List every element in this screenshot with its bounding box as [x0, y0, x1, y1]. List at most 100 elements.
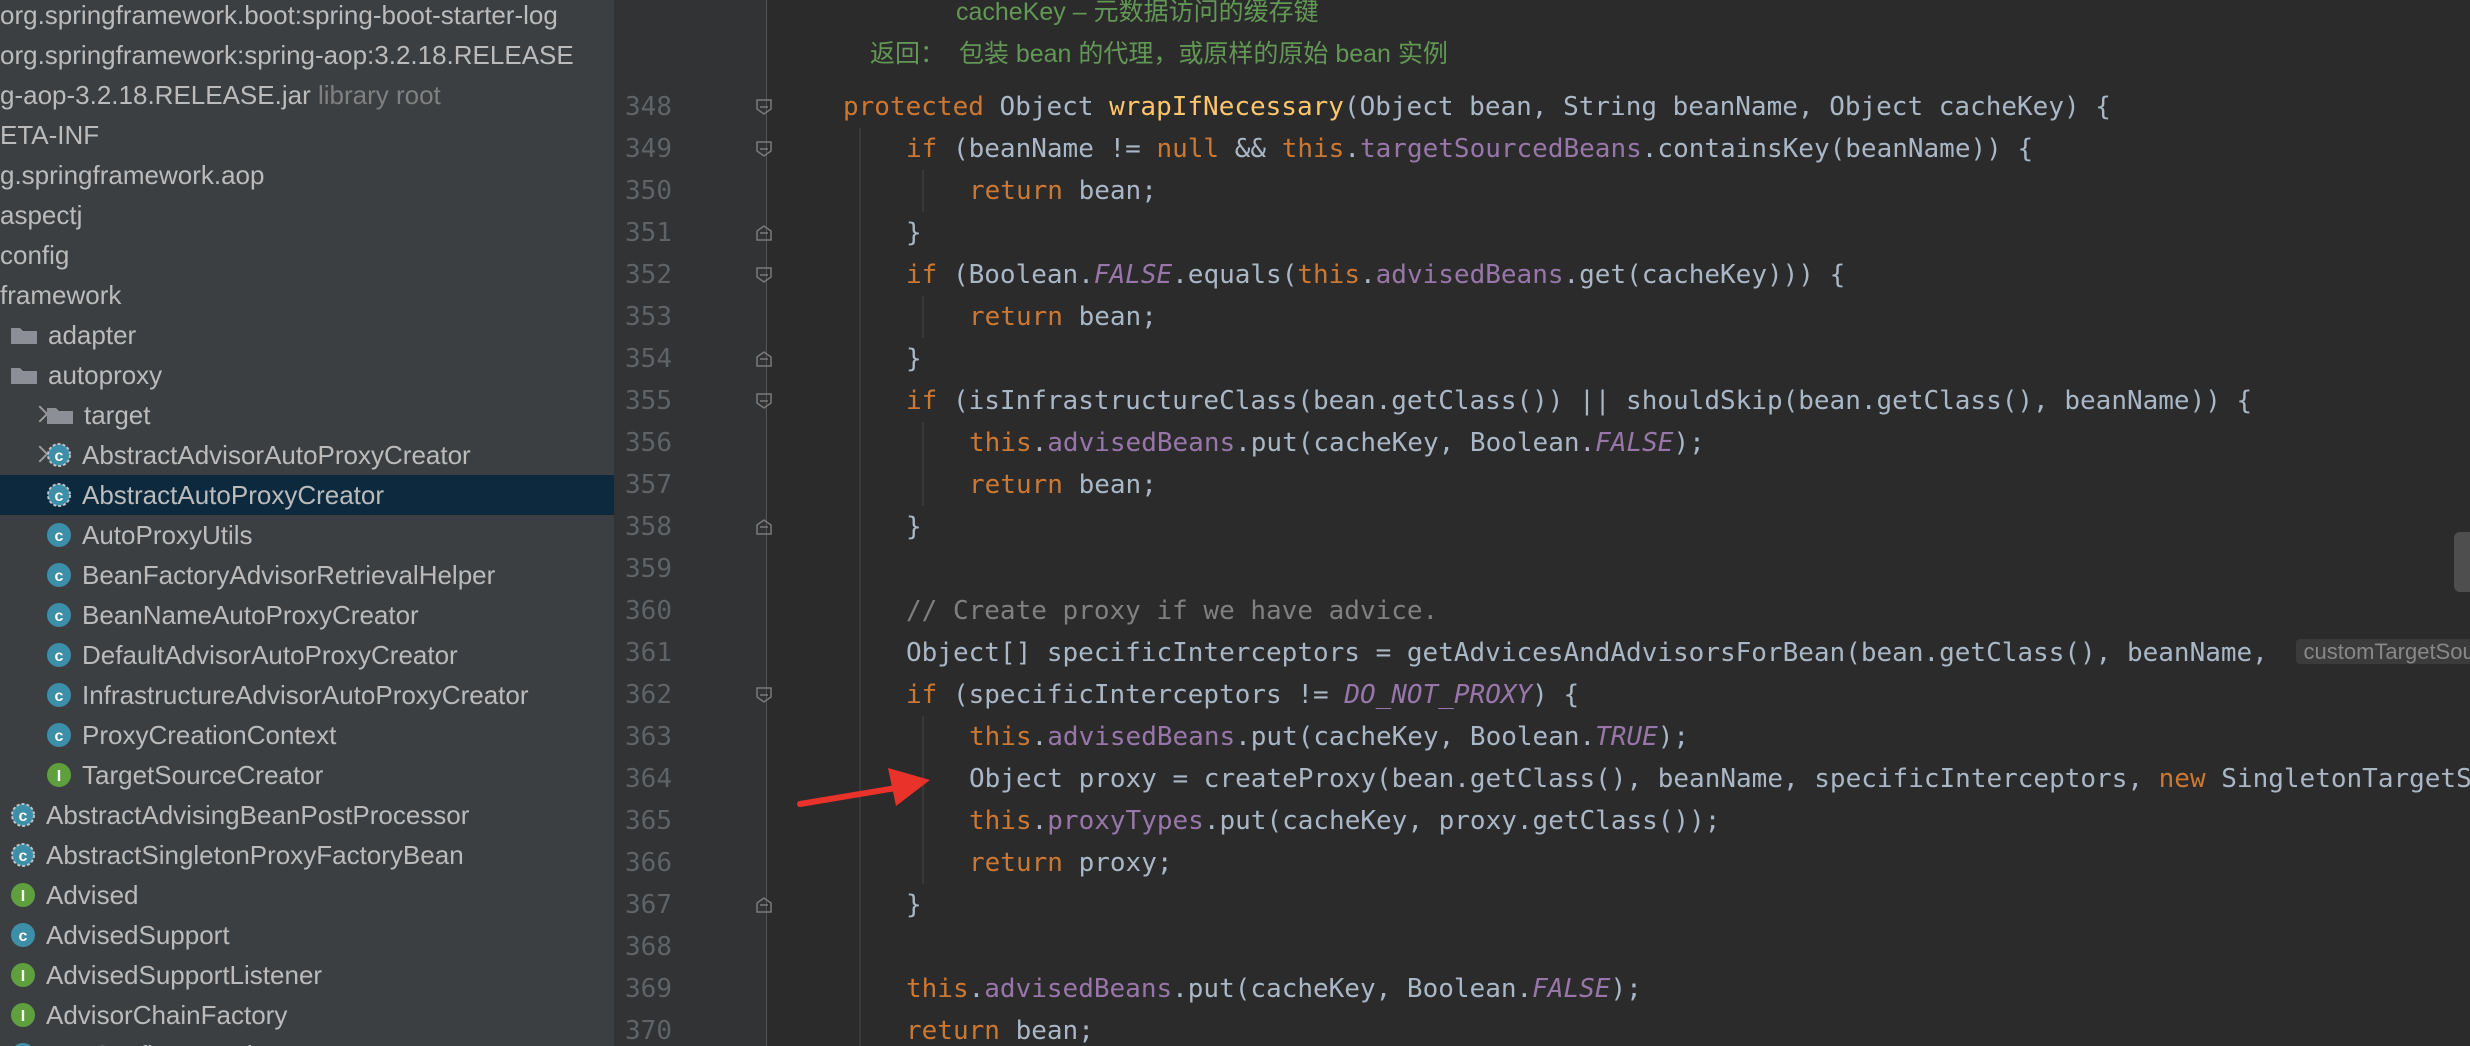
tree-item[interactable]: c AbstractSingletonProxyFactoryBean: [0, 835, 614, 875]
tree-item[interactable]: org.springframework.boot:spring-boot-sta…: [0, 0, 614, 35]
code-line[interactable]: 369 this.advisedBeans.put(cacheKey, Boole…: [616, 968, 2470, 1010]
tree-item-label: config: [0, 240, 70, 270]
code-line[interactable]: 354}: [616, 338, 2470, 380]
fold-start-icon[interactable]: [756, 687, 772, 703]
code-line[interactable]: 366 return proxy;: [616, 842, 2470, 884]
code-line[interactable]: 362 if (specificInterceptors != DO_NOT_PR…: [616, 674, 2470, 716]
class-icon: c: [46, 682, 72, 708]
code-text: return bean;: [969, 470, 1157, 500]
fold-start-icon[interactable]: [756, 99, 772, 115]
tree-item-label: AbstractAdvisingBeanPostProcessor: [46, 800, 470, 830]
tree-item-label: target: [84, 400, 151, 430]
tree-item-label: org.springframework.boot:spring-boot-sta…: [0, 0, 558, 30]
code-line[interactable]: 352 if (Boolean.FALSE.equals(this.advised…: [616, 254, 2470, 296]
tree-item[interactable]: c InfrastructureAdvisorAutoProxyCreator: [0, 675, 614, 715]
code-text: }: [906, 512, 922, 542]
tree-item[interactable]: org.springframework:spring-aop:3.2.18.RE…: [0, 35, 614, 75]
code-line[interactable]: 351}: [616, 212, 2470, 254]
fold-start-icon[interactable]: [756, 141, 772, 157]
svg-text:c: c: [55, 608, 64, 625]
abstract-class-icon: c: [10, 802, 36, 828]
tree-item-label: AopConfigException: [46, 1035, 282, 1046]
scrollbar-thumb[interactable]: [2454, 532, 2470, 592]
code-line[interactable]: 350 return bean;: [616, 170, 2470, 212]
tree-item[interactable]: c AdvisedSupport: [0, 915, 614, 955]
class-icon: c: [46, 602, 72, 628]
line-number: 367: [625, 890, 672, 920]
project-tree-panel: org.springframework.boot:spring-boot-sta…: [0, 0, 614, 1046]
tree-item[interactable]: g.springframework.aop: [0, 155, 614, 195]
code-line[interactable]: 363 this.advisedBeans.put(cacheKey, Boole…: [616, 716, 2470, 758]
code-line[interactable]: 357 return bean;: [616, 464, 2470, 506]
tree-item[interactable]: c BeanNameAutoProxyCreator: [0, 595, 614, 635]
code-line[interactable]: 356 this.advisedBeans.put(cacheKey, Boole…: [616, 422, 2470, 464]
code-line[interactable]: 348 protected Object wrapIfNecessary(Obje…: [616, 86, 2470, 128]
tree-item-label: g-aop-3.2.18.RELEASE.jar library root: [0, 80, 441, 110]
code-line[interactable]: 367}: [616, 884, 2470, 926]
code-line[interactable]: 359: [616, 548, 2470, 590]
code-line[interactable]: 370 return bean;: [616, 1010, 2470, 1046]
tree-item[interactable]: c BeanFactoryAdvisorRetrievalHelper: [0, 555, 614, 595]
svg-text:c: c: [19, 808, 28, 825]
tree-item[interactable]: target: [0, 395, 614, 435]
tree-item[interactable]: I AdvisorChainFactory: [0, 995, 614, 1035]
code-line[interactable]: 368: [616, 926, 2470, 968]
line-number: 360: [625, 596, 672, 626]
tree-item-label: InfrastructureAdvisorAutoProxyCreator: [82, 680, 529, 710]
folder-icon: [10, 325, 38, 345]
tree-item[interactable]: c AbstractAdvisorAutoProxyCreator: [0, 435, 614, 475]
code-text: Object[] specificInterceptors = getAdvic…: [906, 632, 2470, 674]
tree-item-label: aspectj: [0, 200, 83, 230]
tree-item[interactable]: c AopConfigException: [0, 1035, 614, 1046]
line-number: 364: [625, 764, 672, 794]
line-number: 352: [625, 260, 672, 290]
tree-item[interactable]: I Advised: [0, 875, 614, 915]
class-icon: c: [10, 1042, 36, 1046]
fold-end-icon[interactable]: [756, 519, 772, 535]
line-number: 361: [625, 638, 672, 668]
tree-item[interactable]: I TargetSourceCreator: [0, 755, 614, 795]
tree-item-label: AdvisedSupport: [46, 920, 230, 950]
code-line[interactable]: 361 Object[] specificInterceptors = getAd…: [616, 632, 2470, 674]
fold-end-icon[interactable]: [756, 225, 772, 241]
tree-item[interactable]: autoproxy: [0, 355, 614, 395]
class-icon: c: [46, 722, 72, 748]
tree-item[interactable]: g-aop-3.2.18.RELEASE.jar library root: [0, 75, 614, 115]
line-number: 348: [625, 92, 672, 122]
tree-item[interactable]: framework: [0, 275, 614, 315]
interface-icon: I: [10, 882, 36, 908]
indent-guide: [922, 296, 924, 338]
fold-end-icon[interactable]: [756, 351, 772, 367]
tree-item[interactable]: config: [0, 235, 614, 275]
tree-item[interactable]: I AdvisedSupportListener: [0, 955, 614, 995]
tree-item[interactable]: c AbstractAdvisingBeanPostProcessor: [0, 795, 614, 835]
svg-text:I: I: [21, 888, 25, 905]
code-line[interactable]: 360 // Create proxy if we have advice.: [616, 590, 2470, 632]
folder-icon: [10, 365, 38, 385]
code-text: this.advisedBeans.put(cacheKey, Boolean.…: [906, 974, 1642, 1004]
code-text: return proxy;: [969, 848, 1173, 878]
tree-item[interactable]: aspectj: [0, 195, 614, 235]
code-text: return bean;: [969, 302, 1157, 332]
svg-text:c: c: [55, 488, 64, 505]
tree-item[interactable]: c AbstractAutoProxyCreator: [0, 475, 614, 515]
code-line[interactable]: 349 if (beanName != null && this.targetSo…: [616, 128, 2470, 170]
code-line[interactable]: 355 if (isInfrastructureClass(bean.getCla…: [616, 380, 2470, 422]
tree-item-label: BeanNameAutoProxyCreator: [82, 600, 419, 630]
class-icon: c: [46, 642, 72, 668]
code-line[interactable]: 358}: [616, 506, 2470, 548]
fold-start-icon[interactable]: [756, 267, 772, 283]
tree-item[interactable]: ETA-INF: [0, 115, 614, 155]
fold-end-icon[interactable]: [756, 897, 772, 913]
interface-icon: I: [10, 1002, 36, 1028]
code-text: this.proxyTypes.put(cacheKey, proxy.getC…: [969, 806, 1721, 836]
tree-item[interactable]: c ProxyCreationContext: [0, 715, 614, 755]
tree-item[interactable]: c AutoProxyUtils: [0, 515, 614, 555]
tree-item[interactable]: adapter: [0, 315, 614, 355]
code-line[interactable]: 353 return bean;: [616, 296, 2470, 338]
svg-text:c: c: [55, 688, 64, 705]
line-number: 357: [625, 470, 672, 500]
code-editor[interactable]: cacheKey – 元数据访问的缓存键 返回： 包装 bean 的代理，或原样…: [616, 0, 2470, 1046]
fold-start-icon[interactable]: [756, 393, 772, 409]
tree-item[interactable]: c DefaultAdvisorAutoProxyCreator: [0, 635, 614, 675]
